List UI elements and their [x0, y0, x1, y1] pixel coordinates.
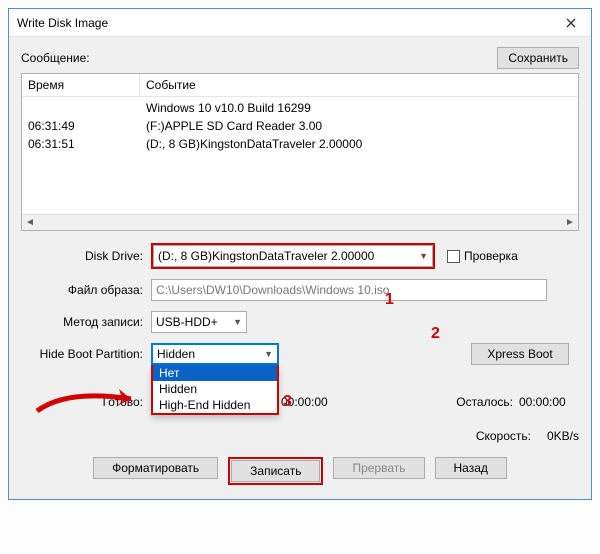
dropdown-option[interactable]: Нет: [153, 365, 277, 381]
xpress-boot-button[interactable]: Xpress Boot: [471, 343, 569, 365]
horizontal-scrollbar[interactable]: ◄ ►: [22, 214, 578, 230]
annotation-callout: 1: [385, 291, 394, 309]
hide-boot-select[interactable]: Hidden ▼: [151, 343, 279, 365]
log-header-event[interactable]: Событие: [140, 74, 578, 96]
log-area: Время Событие Windows 10 v10.0 Build 162…: [21, 73, 579, 231]
log-row: 06:31:49 (F:)APPLE SD Card Reader 3.00: [22, 117, 578, 135]
log-row: Windows 10 v10.0 Build 16299: [22, 99, 578, 117]
scroll-right-icon[interactable]: ►: [562, 217, 578, 228]
log-row: 06:31:51 (D:, 8 GB)KingstonDataTraveler …: [22, 135, 578, 153]
verify-checkbox[interactable]: Проверка: [447, 249, 518, 263]
abort-button: Прервать: [333, 457, 424, 479]
dropdown-option[interactable]: Hidden: [153, 381, 277, 397]
speed-value: 0KB/s: [547, 429, 579, 443]
hide-boot-dropdown: Нет Hidden High-End Hidden: [151, 365, 279, 415]
checkbox-icon: [447, 250, 460, 263]
window-title: Write Disk Image: [17, 16, 108, 30]
image-file-label: Файл образа:: [21, 283, 151, 297]
annotation-callout: 2: [431, 325, 440, 343]
disk-drive-select[interactable]: (D:, 8 GB)KingstonDataTraveler 2.00000 ▼: [153, 245, 433, 267]
annotation-callout: 3: [283, 393, 292, 411]
format-button[interactable]: Форматировать: [93, 457, 218, 479]
remaining-value: 00:00:00: [519, 395, 579, 409]
log-header-time[interactable]: Время: [22, 74, 140, 96]
write-method-select[interactable]: USB-HDD+ ▼: [151, 311, 247, 333]
write-button[interactable]: Записать: [231, 460, 320, 482]
remaining-label: Осталось:: [449, 395, 519, 409]
chevron-down-icon: ▼: [413, 251, 428, 261]
scroll-left-icon[interactable]: ◄: [22, 217, 38, 228]
ready-label: Готово:: [21, 395, 151, 409]
image-file-input[interactable]: [151, 279, 547, 301]
message-label: Сообщение:: [21, 51, 90, 65]
hide-boot-label: Hide Boot Partition:: [21, 347, 151, 361]
back-button[interactable]: Назад: [435, 457, 507, 479]
disk-drive-label: Disk Drive:: [21, 249, 151, 263]
close-button[interactable]: [551, 10, 591, 36]
chevron-down-icon: ▼: [227, 317, 242, 327]
close-icon: [566, 18, 576, 28]
chevron-down-icon: ▼: [258, 349, 273, 359]
dropdown-option[interactable]: High-End Hidden: [153, 397, 277, 413]
write-method-label: Метод записи:: [21, 315, 151, 329]
save-button[interactable]: Сохранить: [497, 47, 579, 69]
speed-label: Скорость:: [476, 429, 531, 443]
